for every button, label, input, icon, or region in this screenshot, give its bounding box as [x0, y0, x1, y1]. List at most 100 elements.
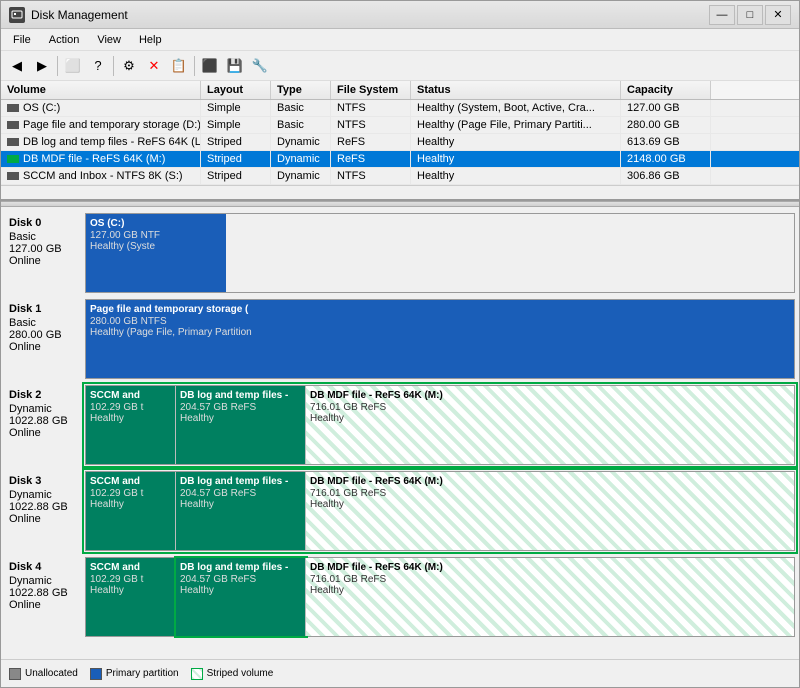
disk-label-1: Disk 1 Basic 280.00 GB Online	[5, 299, 85, 379]
table-row[interactable]: Page file and temporary storage (D:) Sim…	[1, 117, 799, 134]
disk-icon-4	[7, 172, 19, 180]
toolbar-btn-view[interactable]: ⬜	[61, 54, 85, 78]
disk-3-partitions: SCCM and 102.29 GB t Healthy DB log and …	[85, 471, 795, 551]
table-body: OS (C:) Simple Basic NTFS Healthy (Syste…	[1, 100, 799, 185]
legend-striped-label: Striped volume	[207, 668, 274, 679]
partition-size: 204.57 GB ReFS	[180, 402, 301, 413]
menu-help[interactable]: Help	[131, 32, 170, 48]
toolbar-btn-copy[interactable]: 📋	[167, 54, 191, 78]
disk-3-title: Disk 3	[9, 475, 81, 487]
disk-2-status: Online	[9, 427, 81, 439]
disk-0-size: 127.00 GB	[9, 243, 81, 255]
partition-status: Healthy (Page File, Primary Partition	[90, 327, 790, 338]
close-button[interactable]: ✕	[765, 5, 791, 25]
disk-row-2: Disk 2 Dynamic 1022.88 GB Online SCCM an…	[5, 385, 795, 465]
disk-label-3: Disk 3 Dynamic 1022.88 GB Online	[5, 471, 85, 551]
menu-view[interactable]: View	[89, 32, 129, 48]
disk-3-size: 1022.88 GB	[9, 501, 81, 513]
partition-dblog-2[interactable]: DB log and temp files - 204.57 GB ReFS H…	[176, 386, 306, 464]
disk-4-status: Online	[9, 599, 81, 611]
maximize-button[interactable]: □	[737, 5, 763, 25]
partition-mdf-2[interactable]: DB MDF file - ReFS 64K (M:) 716.01 GB Re…	[306, 386, 794, 464]
cell-status-2: Healthy	[411, 134, 621, 150]
main-content: Volume Layout Type File System Status Ca…	[1, 81, 799, 687]
disk-3-status: Online	[9, 513, 81, 525]
toolbar-sep-3	[194, 56, 195, 76]
disk-icon-2	[7, 138, 19, 146]
table-row[interactable]: OS (C:) Simple Basic NTFS Healthy (Syste…	[1, 100, 799, 117]
partition-title: SCCM and	[90, 390, 171, 401]
col-header-status[interactable]: Status	[411, 81, 621, 99]
menu-action[interactable]: Action	[41, 32, 88, 48]
legend-primary-icon	[90, 668, 102, 680]
cell-type-3: Dynamic	[271, 151, 331, 167]
disk-2-title: Disk 2	[9, 389, 81, 401]
legend-primary: Primary partition	[90, 668, 179, 680]
partition-size: 102.29 GB t	[90, 488, 171, 499]
toolbar-btn-save[interactable]: 💾	[223, 54, 247, 78]
forward-button[interactable]: ▶	[30, 54, 54, 78]
col-header-type[interactable]: Type	[271, 81, 331, 99]
disk-row-1: Disk 1 Basic 280.00 GB Online Page file …	[5, 299, 795, 379]
disk-row-0: Disk 0 Basic 127.00 GB Online OS (C:) 12…	[5, 213, 795, 293]
legend-striped-icon	[191, 668, 203, 680]
main-window: Disk Management — □ ✕ File Action View H…	[0, 0, 800, 688]
disk-3-sublabel: Dynamic	[9, 489, 81, 501]
partition-size: 716.01 GB ReFS	[310, 402, 790, 413]
disk-row-3: Disk 3 Dynamic 1022.88 GB Online SCCM an…	[5, 471, 795, 551]
col-header-capacity[interactable]: Capacity	[621, 81, 711, 99]
back-button[interactable]: ◀	[5, 54, 29, 78]
partition-title: DB log and temp files -	[180, 390, 301, 401]
table-header: Volume Layout Type File System Status Ca…	[1, 81, 799, 100]
title-bar: Disk Management — □ ✕	[1, 1, 799, 29]
col-header-fs[interactable]: File System	[331, 81, 411, 99]
toolbar-btn-disk[interactable]: ⬛	[198, 54, 222, 78]
partition-os-c[interactable]: OS (C:) 127.00 GB NTF Healthy (Syste	[86, 214, 226, 292]
disk-view-container: Disk 0 Basic 127.00 GB Online OS (C:) 12…	[1, 207, 799, 659]
partition-title: DB log and temp files -	[180, 562, 301, 573]
disk-1-sublabel: Basic	[9, 317, 81, 329]
cell-status-4: Healthy	[411, 168, 621, 184]
cell-type-2: Dynamic	[271, 134, 331, 150]
partition-title: DB MDF file - ReFS 64K (M:)	[310, 562, 790, 573]
partition-mdf-3[interactable]: DB MDF file - ReFS 64K (M:) 716.01 GB Re…	[306, 472, 794, 550]
table-row[interactable]: SCCM and Inbox - NTFS 8K (S:) Striped Dy…	[1, 168, 799, 185]
partition-sccm-4[interactable]: SCCM and 102.29 GB t Healthy	[86, 558, 176, 636]
partition-dblog-4[interactable]: DB log and temp files - 204.57 GB ReFS H…	[176, 558, 306, 636]
col-header-layout[interactable]: Layout	[201, 81, 271, 99]
cell-layout-3: Striped	[201, 151, 271, 167]
partition-status: Healthy	[310, 585, 790, 596]
partition-sccm-3[interactable]: SCCM and 102.29 GB t Healthy	[86, 472, 176, 550]
table-row[interactable]: DB log and temp files - ReFS 64K (L:) St…	[1, 134, 799, 151]
cell-status-3: Healthy	[411, 151, 621, 167]
toolbar-btn-settings[interactable]: ⚙	[117, 54, 141, 78]
horizontal-scrollbar[interactable]	[1, 185, 799, 199]
cell-cap-1: 280.00 GB	[621, 117, 711, 133]
cell-type-4: Dynamic	[271, 168, 331, 184]
partition-sccm-2[interactable]: SCCM and 102.29 GB t Healthy	[86, 386, 176, 464]
partition-dblog-3[interactable]: DB log and temp files - 204.57 GB ReFS H…	[176, 472, 306, 550]
minimize-button[interactable]: —	[709, 5, 735, 25]
toolbar-btn-delete[interactable]: ✕	[142, 54, 166, 78]
cell-cap-4: 306.86 GB	[621, 168, 711, 184]
disk-view: Disk 0 Basic 127.00 GB Online OS (C:) 12…	[1, 207, 799, 659]
toolbar-btn-repair[interactable]: 🔧	[248, 54, 272, 78]
col-header-volume[interactable]: Volume	[1, 81, 201, 99]
partition-page-d[interactable]: Page file and temporary storage ( 280.00…	[86, 300, 794, 378]
cell-fs-2: ReFS	[331, 134, 411, 150]
table-row-selected[interactable]: DB MDF file - ReFS 64K (M:) Striped Dyna…	[1, 151, 799, 168]
menu-file[interactable]: File	[5, 32, 39, 48]
disk-0-title: Disk 0	[9, 217, 81, 229]
partition-size: 102.29 GB t	[90, 402, 171, 413]
cell-layout-4: Striped	[201, 168, 271, 184]
cell-fs-0: NTFS	[331, 100, 411, 116]
disk-4-size: 1022.88 GB	[9, 587, 81, 599]
cell-layout-1: Simple	[201, 117, 271, 133]
partition-mdf-4[interactable]: DB MDF file - ReFS 64K (M:) 716.01 GB Re…	[306, 558, 794, 636]
partition-title: SCCM and	[90, 562, 171, 573]
disk-icon-0	[7, 104, 19, 112]
cell-status-1: Healthy (Page File, Primary Partiti...	[411, 117, 621, 133]
partition-size: 102.29 GB t	[90, 574, 171, 585]
volume-table: Volume Layout Type File System Status Ca…	[1, 81, 799, 201]
toolbar-btn-help[interactable]: ?	[86, 54, 110, 78]
